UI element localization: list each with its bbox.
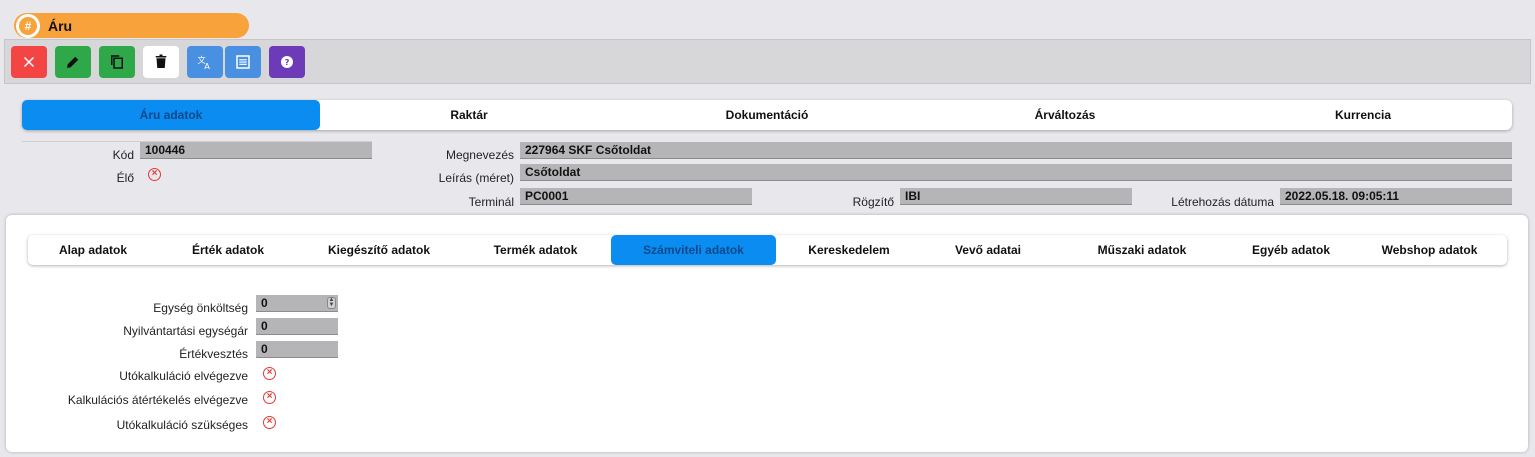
tab-kiegeszito-adatok[interactable]: Kiegészítő adatok [298, 235, 460, 265]
megnevezes-field[interactable]: 227964 SKF Csőtoldat [520, 142, 1512, 159]
unchecked-x-icon[interactable]: × [263, 391, 276, 404]
tab-vevo-adatai[interactable]: Vevő adatai [922, 235, 1054, 265]
tab-ertek-adatok[interactable]: Érték adatok [158, 235, 298, 265]
delete-button[interactable] [143, 45, 179, 78]
ertekv-field[interactable]: 0 [256, 341, 338, 358]
pencil-icon [67, 56, 79, 68]
translate-icon: 文A [198, 54, 211, 70]
edit-button[interactable] [55, 45, 91, 78]
copy-icon [111, 54, 123, 69]
tab-dokumentacio[interactable]: Dokumentáció [618, 100, 916, 130]
main-tabs: Áru adatok Raktár Dokumentáció Árváltozá… [22, 100, 1512, 130]
egyseg-label: Egység önköltség [153, 301, 248, 315]
list-icon [236, 54, 250, 69]
tab-kereskedelem[interactable]: Kereskedelem [776, 235, 922, 265]
hash-icon: # [16, 13, 40, 38]
close-icon [23, 56, 35, 67]
rogzito-label: Rögzítő [852, 195, 894, 209]
terminal-field[interactable]: PC0001 [520, 188, 752, 205]
kalkat-label: Kalkulációs átértékelés elvégezve [67, 393, 248, 407]
leiras-field[interactable]: Csőtoldat [520, 164, 1512, 181]
nyilv-field[interactable]: 0 [256, 318, 338, 335]
letrehozas-field[interactable]: 2022.05.18. 09:05:11 [1280, 188, 1512, 205]
nyilv-label: Nyilvántartási egységár [123, 324, 248, 338]
window-title-bar: # Áru [14, 13, 249, 38]
unchecked-x-icon[interactable]: × [148, 168, 161, 181]
kod-label: Kód [112, 148, 134, 162]
svg-text:?: ? [285, 57, 290, 67]
tab-muszaki-adatok[interactable]: Műszaki adatok [1054, 235, 1230, 265]
help-button[interactable]: ? [269, 45, 305, 78]
svg-text:A: A [204, 60, 210, 70]
kod-field[interactable]: 100446 [140, 142, 372, 159]
egyseg-field[interactable]: 0 ▲ ▼ [256, 295, 338, 312]
sub-tabs: Alap adatok Érték adatok Kiegészítő adat… [28, 235, 1507, 265]
ertekv-label: Értékvesztés [179, 347, 248, 361]
unchecked-x-icon[interactable]: × [263, 367, 276, 380]
tab-arvaltozas[interactable]: Árváltozás [916, 100, 1214, 130]
terminal-label: Terminál [468, 195, 514, 209]
tab-alap-adatok[interactable]: Alap adatok [28, 235, 158, 265]
toolbar: 文A ? [4, 39, 1531, 84]
tab-termek-adatok[interactable]: Termék adatok [460, 235, 611, 265]
window-title: Áru [48, 17, 73, 34]
utoszuks-label: Utókalkuláció szükséges [116, 418, 248, 432]
tab-kurrencia[interactable]: Kurrencia [1214, 100, 1512, 130]
unchecked-x-icon[interactable]: × [263, 416, 276, 429]
spinner-icon[interactable]: ▲ ▼ [327, 297, 336, 309]
rogzito-field[interactable]: IBI [900, 188, 1132, 205]
copy-button[interactable] [99, 45, 135, 78]
leiras-label: Leírás (méret) [438, 171, 514, 185]
utokalk-label: Utókalkuláció elvégezve [119, 369, 248, 383]
help-icon: ? [281, 55, 293, 68]
letrehozas-label: Létrehozás dátuma [1171, 195, 1274, 209]
list-button[interactable] [225, 45, 261, 78]
tab-egyeb-adatok[interactable]: Egyéb adatok [1230, 235, 1352, 265]
elo-label: Élő [116, 171, 134, 185]
tab-raktar[interactable]: Raktár [320, 100, 618, 130]
close-button[interactable] [11, 45, 47, 78]
tab-webshop-adatok[interactable]: Webshop adatok [1352, 235, 1507, 265]
translate-button[interactable]: 文A [187, 45, 223, 78]
egyseg-value: 0 [261, 296, 268, 310]
trash-icon [155, 54, 167, 68]
megnevezes-label: Megnevezés [445, 148, 514, 162]
tab-szamviteli-adatok[interactable]: Számviteli adatok [611, 235, 776, 265]
tab-aru-adatok[interactable]: Áru adatok [22, 100, 320, 130]
